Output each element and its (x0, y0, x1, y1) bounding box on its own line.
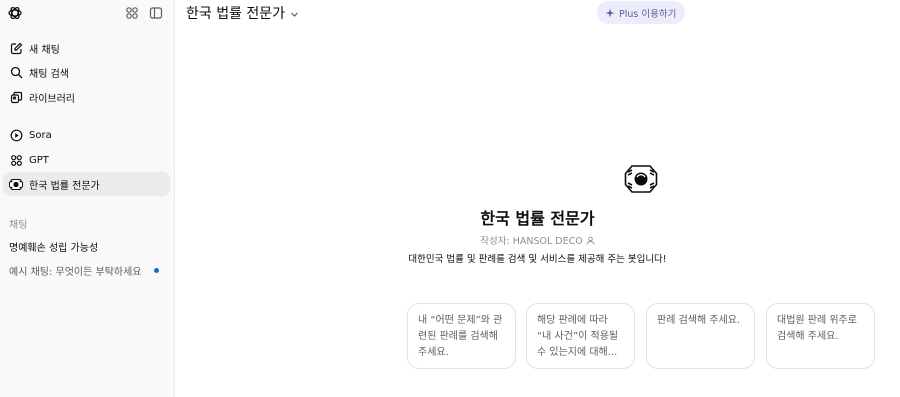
sidebar-item-gpt[interactable]: GPT (3, 148, 170, 172)
library-button[interactable]: 라이브러리 (3, 85, 170, 109)
openai-logo-icon[interactable] (7, 5, 23, 21)
model-title-text: 한국 법률 전문가 (186, 6, 286, 22)
model-selector[interactable]: 한국 법률 전문가 (186, 3, 299, 23)
library-label: 라이브러리 (29, 93, 75, 105)
conversation-starter-card[interactable]: 내 “어떤 문제”와 관련된 판례를 검색해 주세요. (407, 303, 516, 369)
gpt-description: 대한민국 법률 및 판례를 검색 및 서비스를 제공해 주는 봇입니다! (408, 254, 667, 265)
chat-history-item[interactable]: 명예훼손 성립 가능성 (3, 235, 170, 257)
chats-section-label: 채팅 (9, 220, 28, 231)
chevron-down-icon (291, 12, 298, 17)
sidebar-item-sora[interactable]: Sora (3, 123, 170, 147)
new-chat-label: 새 채팅 (29, 44, 60, 56)
upgrade-plus-label: Plus 이용하기 (619, 8, 677, 20)
conversation-starter-card[interactable]: 해당 판례에 따라 “내 사건”이 적용될 수 있는지에 대해... (526, 303, 635, 369)
gpt-author: 작성자: HANSOL DECO (175, 233, 900, 247)
sora-label: Sora (29, 129, 52, 141)
chat-history-label: 예시 채팅: 무엇이든 부탁하세요 (9, 266, 142, 278)
sparkle-icon (605, 8, 615, 18)
sidebar-toggle-icon[interactable] (149, 6, 163, 20)
person-icon (586, 236, 595, 245)
law-expert-label: 한국 법률 전문가 (29, 180, 100, 192)
upgrade-plus-button[interactable]: Plus 이용하기 (597, 1, 686, 24)
conversation-starter-card[interactable]: 판례 검색해 주세요. (646, 303, 755, 369)
sidebar-item-law-expert[interactable]: 한국 법률 전문가 (3, 172, 170, 196)
law-expert-avatar-icon (624, 165, 658, 193)
gpt-label: GPT (29, 154, 49, 166)
play-circle-icon (9, 128, 23, 142)
new-chat-button[interactable]: 새 채팅 (3, 36, 170, 60)
law-expert-avatar-icon (9, 177, 23, 191)
gpt-name: 한국 법률 전문가 (480, 209, 595, 228)
search-chats-button[interactable]: 채팅 검색 (3, 60, 170, 84)
sidebar-header (0, 0, 174, 26)
chat-history-item[interactable]: 예시 채팅: 무엇이든 부탁하세요 (3, 259, 170, 281)
edit-icon (9, 41, 23, 55)
gpt-grid-icon[interactable] (125, 6, 139, 20)
search-chats-label: 채팅 검색 (29, 68, 69, 80)
unread-dot (154, 268, 159, 273)
app-window: 새 채팅 채팅 검색 라이브러리 Sora GPT 한국 법률 전문가 채팅 명… (0, 0, 900, 397)
conversation-starter-card[interactable]: 대법원 판례 위주로 검색해 주세요. (766, 303, 875, 369)
sidebar: 새 채팅 채팅 검색 라이브러리 Sora GPT 한국 법률 전문가 채팅 명… (0, 0, 175, 397)
search-icon (9, 65, 23, 79)
library-icon (9, 90, 23, 104)
gpt-grid-icon (9, 153, 23, 167)
main-area: 한국 법률 전문가 Plus 이용하기 한국 법률 전문가 작성자: HANSO… (175, 0, 900, 397)
gpt-author-text: 작성자: HANSOL DECO (480, 236, 583, 247)
